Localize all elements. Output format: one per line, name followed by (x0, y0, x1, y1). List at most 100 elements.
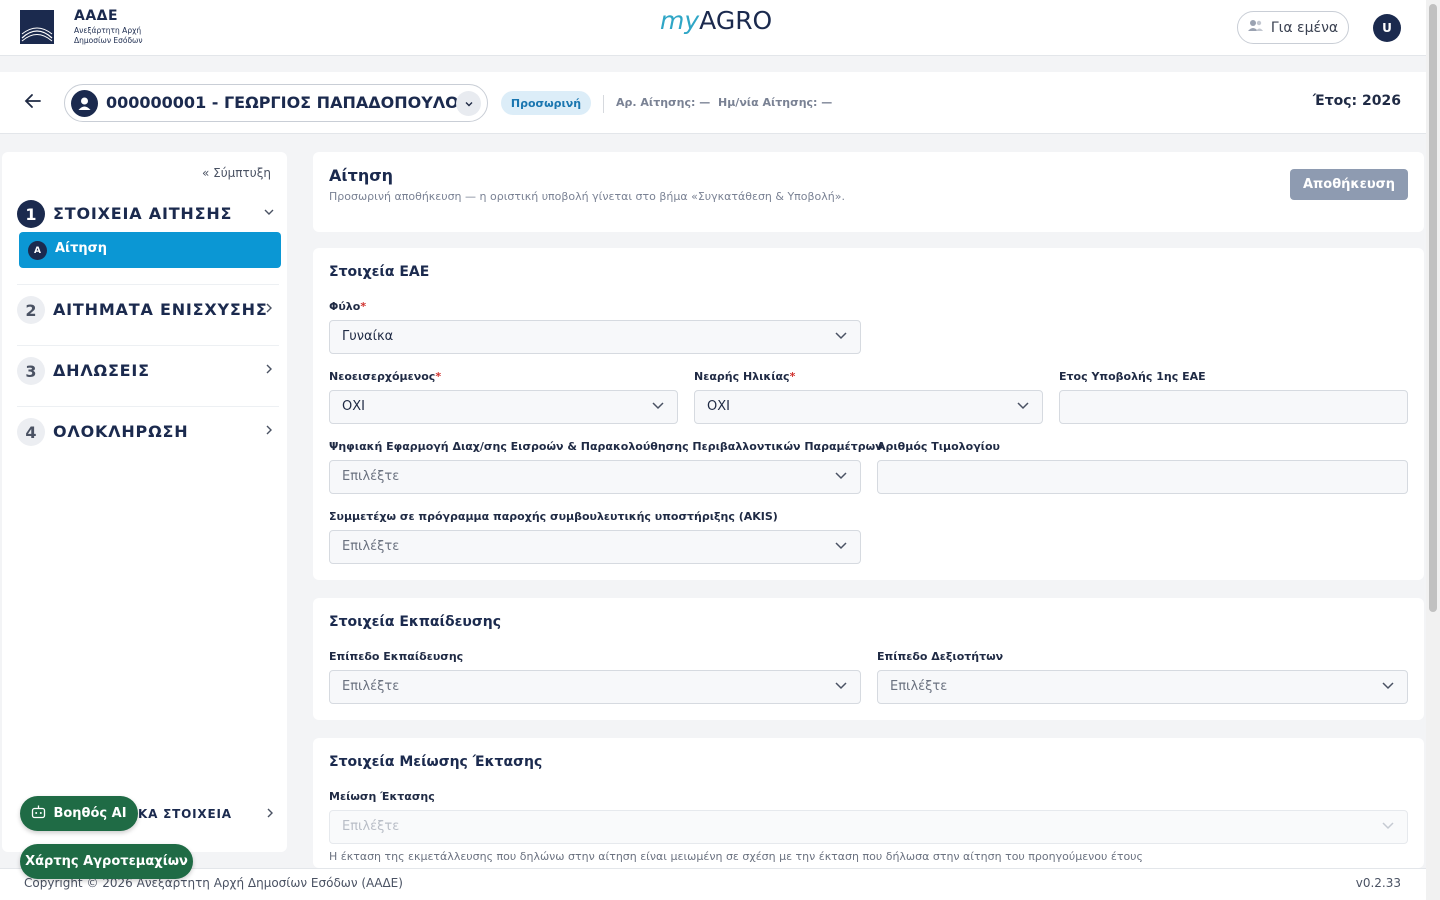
chevron-right-icon (263, 302, 275, 318)
section-title: Στοιχεία Μείωσης Έκτασης (329, 754, 543, 770)
page-header-card: Αίτηση Προσωρινή αποθήκευση — η οριστική… (313, 152, 1424, 232)
area-reduction-section: Στοιχεία Μείωσης Έκτασης Μείωση Έκτασης … (313, 738, 1424, 868)
substep-application[interactable]: A Αίτηση (19, 232, 281, 268)
step-4[interactable]: 4 ΟΛΟΚΛΗΡΩΣΗ (17, 418, 279, 478)
akis-value: Επιλέξτε (342, 539, 400, 554)
page-title: Αίτηση (329, 166, 394, 185)
application-header: 000000001 - ΓΕΩΡΓΙΟΣ ΠΑΠΑΔΟΠΟΥΛΟΣ Προσωρ… (0, 72, 1426, 134)
users-icon (1247, 19, 1263, 36)
brand-main: AGRO (699, 6, 773, 35)
divider (17, 406, 279, 407)
page-scrollbar[interactable] (1426, 0, 1440, 900)
education-level-select[interactable]: Επιλέξτε (329, 670, 861, 704)
user-avatar[interactable]: U (1373, 14, 1401, 42)
chevron-right-icon (263, 363, 275, 379)
akis-select[interactable]: Επιλέξτε (329, 530, 861, 564)
brand-prefix: my (660, 6, 700, 35)
divider (17, 284, 279, 285)
chevron-right-icon (263, 424, 275, 440)
invoice-number-input[interactable] (877, 460, 1408, 494)
back-arrow-icon[interactable] (24, 92, 44, 112)
farmer-name: 000000001 - ΓΕΩΡΓΙΟΣ ΠΑΠΑΔΟΠΟΥΛΟΣ (106, 93, 470, 112)
save-button[interactable]: Αποθήκευση (1290, 169, 1408, 200)
skills-level-select[interactable]: Επιλέξτε (877, 670, 1408, 704)
year-label: Έτος: 2026 (1312, 93, 1401, 109)
step-label: ΟΛΟΚΛΗΡΩΣΗ (53, 422, 189, 441)
step-label: ΑΙΤΗΜΑΤΑ ΕΝΙΣΧΥΣΗΣ (53, 300, 268, 319)
ai-assistant-button[interactable]: Βοηθός AI (20, 796, 138, 831)
divider (17, 345, 279, 346)
chevron-down-icon (834, 468, 848, 486)
chevron-right-icon[interactable] (264, 807, 276, 823)
person-icon (71, 90, 98, 117)
app-brand-logo[interactable]: myAGRO (660, 6, 772, 35)
digital-app-select[interactable]: Επιλέξτε (329, 460, 861, 494)
step-label: ΣΤΟΙΧΕΙΑ ΑΙΤΗΣΗΣ (53, 204, 233, 223)
chevron-down-icon (1381, 678, 1395, 696)
area-reduction-note: Η έκταση της εκμετάλλευσης που δηλώνω στ… (329, 850, 1143, 863)
step-2[interactable]: 2 ΑΙΤΗΜΑΤΑ ΕΝΙΣΧΥΣΗΣ (17, 296, 279, 356)
area-reduction-value: Επιλέξτε (342, 819, 400, 834)
version-label: v0.2.33 (1355, 876, 1401, 890)
step-label: ΔΗΛΩΣΕΙΣ (53, 361, 150, 380)
section-title: Στοιχεία ΕΑΕ (329, 264, 430, 280)
collapse-label: Σύμπτυξη (213, 166, 271, 180)
status-badge: Προσωρινή (501, 91, 591, 115)
education-level-label: Επίπεδο Εκπαίδευσης (329, 650, 464, 663)
chevron-down-icon (834, 538, 848, 556)
double-chevron-left-icon: « (201, 166, 210, 180)
young-farmer-label: Νεαρής Ηλικίας* (694, 370, 796, 383)
farmer-selector[interactable]: 000000001 - ΓΕΩΡΓΙΟΣ ΠΑΠΑΔΟΠΟΥΛΟΣ (64, 84, 488, 122)
gender-label: Φύλο* (329, 300, 367, 313)
section-title: Στοιχεία Εκπαίδευσης (329, 614, 502, 630)
scrollbar-thumb[interactable] (1429, 4, 1437, 612)
step-number: 2 (17, 296, 45, 324)
first-eae-year-label: Ετος Υποβολής 1ης ΕΑΕ (1059, 370, 1206, 383)
org-full-name: Ανεξάρτητη Αρχή Δημοσίων Εσόδων (74, 26, 143, 45)
parcels-map-button[interactable]: Χάρτης Αγροτεμαχίων (20, 844, 193, 879)
top-bar: ΑΑΔΕ Ανεξάρτητη Αρχή Δημοσίων Εσόδων myA… (0, 0, 1426, 56)
gender-value: Γυναίκα (342, 329, 394, 344)
ai-assistant-label: Βοηθός AI (53, 806, 127, 821)
application-date: Ημ/νία Αίτησης: — (718, 96, 833, 109)
gender-select[interactable]: Γυναίκα (329, 320, 861, 354)
chevron-down-icon (834, 328, 848, 346)
chevron-down-icon (834, 678, 848, 696)
for-me-button[interactable]: Για εμένα (1237, 11, 1349, 44)
skills-level-value: Επιλέξτε (890, 679, 948, 694)
young-farmer-select[interactable]: ΟΧΙ (694, 390, 1043, 424)
for-me-label: Για εμένα (1270, 19, 1339, 36)
steps-sidebar: « Σύμπτυξη 1 ΣΤΟΙΧΕΙΑ ΑΙΤΗΣΗΣ A Αίτηση 2… (2, 152, 287, 852)
step-number: 3 (17, 357, 45, 385)
substep-badge: A (28, 241, 47, 260)
substep-label: Αίτηση (55, 241, 108, 256)
eae-section: Στοιχεία ΕΑΕ Φύλο* Γυναίκα Νεοεισερχόμεν… (313, 248, 1424, 580)
young-farmer-value: ΟΧΙ (707, 399, 730, 414)
education-level-value: Επιλέξτε (342, 679, 400, 694)
step-number: 4 (17, 418, 45, 446)
chevron-down-icon[interactable] (456, 91, 481, 116)
step-3[interactable]: 3 ΔΗΛΩΣΕΙΣ (17, 357, 279, 417)
chevron-down-icon (1016, 398, 1030, 416)
digital-app-value: Επιλέξτε (342, 469, 400, 484)
newcomer-select[interactable]: ΟΧΙ (329, 390, 678, 424)
chevron-down-icon (1381, 818, 1395, 836)
step-number: 1 (17, 200, 45, 228)
akis-label: Συμμετέχω σε πρόγραμμα παροχής συμβουλευ… (329, 510, 778, 523)
first-eae-year-input[interactable] (1059, 390, 1408, 424)
page-subtitle: Προσωρινή αποθήκευση — η οριστική υποβολ… (329, 190, 845, 203)
aade-logo-icon[interactable] (20, 10, 54, 44)
skills-level-label: Επίπεδο Δεξιοτήτων (877, 650, 1004, 663)
invoice-number-label: Αριθμός Τιμολογίου (877, 440, 1000, 453)
newcomer-label: Νεοεισερχόμενος* (329, 370, 442, 383)
education-section: Στοιχεία Εκπαίδευσης Επίπεδο Εκπαίδευσης… (313, 598, 1424, 720)
robot-icon (31, 805, 46, 823)
extra-step-label[interactable]: ΚΑ ΣΤΟΙΧΕΙΑ (138, 807, 232, 821)
collapse-button[interactable]: « Σύμπτυξη (202, 166, 271, 180)
area-reduction-select[interactable]: Επιλέξτε (329, 810, 1408, 844)
footer: Copyright © 2026 Ανεξάρτητη Αρχή Δημοσίω… (0, 868, 1426, 900)
chevron-down-icon (651, 398, 665, 416)
org-short-name: ΑΑΔΕ (74, 8, 119, 24)
divider (603, 95, 604, 113)
chevron-down-icon (263, 206, 275, 222)
